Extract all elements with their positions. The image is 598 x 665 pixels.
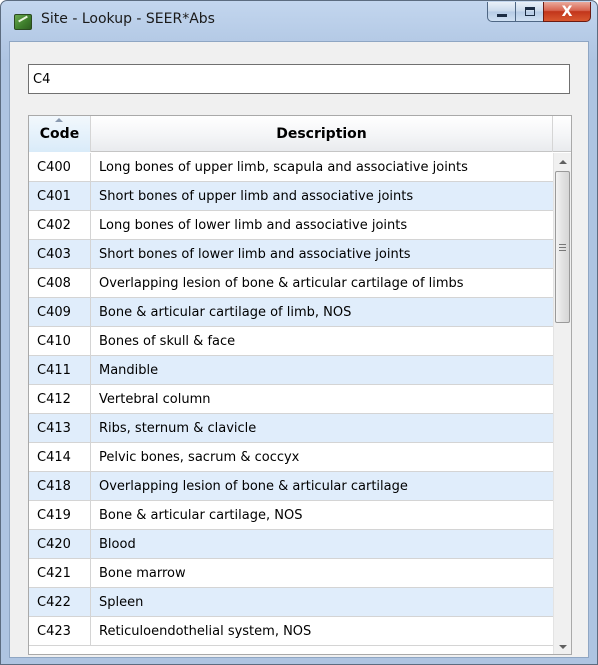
table-row[interactable]: C410 Bones of skull & face bbox=[29, 327, 553, 356]
cell-description: Long bones of upper limb, scapula and as… bbox=[99, 159, 468, 175]
table-row[interactable]: C402 Long bones of lower limb and associa… bbox=[29, 211, 553, 240]
scroll-down-button[interactable] bbox=[554, 638, 571, 654]
close-button[interactable]: X bbox=[543, 2, 591, 22]
cell-code: C414 bbox=[29, 443, 91, 471]
cell-description: Bone & articular cartilage of limb, NOS bbox=[99, 304, 352, 320]
cell-code: C418 bbox=[29, 472, 91, 500]
cell-code: C423 bbox=[29, 617, 91, 645]
scrollbar-thumb[interactable] bbox=[555, 171, 570, 323]
cell-description: Bone & articular cartilage, NOS bbox=[99, 507, 303, 523]
table-row[interactable]: C421 Bone marrow bbox=[29, 559, 553, 588]
cell-code: C402 bbox=[29, 211, 91, 239]
search-input[interactable] bbox=[28, 64, 570, 94]
column-header-description-label: Description bbox=[276, 126, 367, 142]
cell-description: Short bones of lower limb and associativ… bbox=[99, 246, 411, 262]
cell-description: Ribs, sternum & clavicle bbox=[99, 420, 257, 436]
cell-description: Reticuloendothelial system, NOS bbox=[99, 623, 312, 639]
cell-code: C420 bbox=[29, 530, 91, 558]
table-row[interactable]: C418 Overlapping lesion of bone & articul… bbox=[29, 472, 553, 501]
app-icon bbox=[14, 14, 32, 30]
cell-description: Vertebral column bbox=[99, 391, 211, 407]
minimize-icon bbox=[496, 14, 507, 17]
window-title: Site - Lookup - SEER*Abs bbox=[41, 11, 215, 27]
table-row[interactable]: C423 Reticuloendothelial system, NOS bbox=[29, 617, 553, 646]
cell-code: C419 bbox=[29, 501, 91, 529]
column-header-description[interactable]: Description bbox=[91, 116, 553, 152]
table-row[interactable]: C401 Short bones of upper limb and associ… bbox=[29, 182, 553, 211]
table-row[interactable]: C409 Bone & articular cartilage of limb, … bbox=[29, 298, 553, 327]
table-row[interactable]: C414 Pelvic bones, sacrum & coccyx bbox=[29, 443, 553, 472]
cell-description: Overlapping lesion of bone & articular c… bbox=[99, 275, 464, 291]
grip-line-icon bbox=[559, 246, 566, 248]
scroll-up-button[interactable] bbox=[554, 153, 571, 170]
cell-code: C400 bbox=[29, 153, 91, 181]
table-row[interactable]: C419 Bone & articular cartilage, NOS bbox=[29, 501, 553, 530]
maximize-button[interactable] bbox=[515, 2, 543, 22]
cell-description: Bones of skull & face bbox=[99, 333, 236, 349]
cell-code: C413 bbox=[29, 414, 91, 442]
cell-description: Overlapping lesion of bone & articular c… bbox=[99, 478, 408, 494]
minimize-button[interactable] bbox=[487, 2, 515, 22]
scroll-down-icon bbox=[558, 644, 567, 649]
table-row[interactable]: C408 Overlapping lesion of bone & articul… bbox=[29, 269, 553, 298]
sort-ascending-icon bbox=[55, 118, 63, 122]
grid-rows: C400 Long bones of upper limb, scapula an… bbox=[29, 153, 553, 646]
table-row[interactable]: C403 Short bones of lower limb and associ… bbox=[29, 240, 553, 269]
vertical-scrollbar[interactable] bbox=[553, 153, 571, 654]
cell-code: C408 bbox=[29, 269, 91, 297]
cell-code: C409 bbox=[29, 298, 91, 326]
cell-description: Blood bbox=[99, 536, 136, 552]
window-client-area: Code Description C400 Long bones of upper… bbox=[9, 41, 589, 658]
column-header-code[interactable]: Code bbox=[29, 116, 91, 152]
scroll-up-icon bbox=[558, 159, 567, 164]
cell-description: Short bones of upper limb and associativ… bbox=[99, 188, 414, 204]
table-row[interactable]: C411 Mandible bbox=[29, 356, 553, 385]
maximize-icon bbox=[524, 7, 535, 16]
close-icon: X bbox=[561, 3, 573, 20]
cell-code: C422 bbox=[29, 588, 91, 616]
cell-description: Spleen bbox=[99, 594, 144, 610]
cell-description: Long bones of lower limb and associative… bbox=[99, 217, 408, 233]
lookup-window: Site - Lookup - SEER*Abs X Code Descript… bbox=[0, 0, 598, 665]
title-bar[interactable]: Site - Lookup - SEER*Abs X bbox=[1, 1, 597, 41]
cell-description: Pelvic bones, sacrum & coccyx bbox=[99, 449, 300, 465]
grip-line-icon bbox=[559, 243, 566, 245]
cell-code: C421 bbox=[29, 559, 91, 587]
cell-code: C411 bbox=[29, 356, 91, 384]
cell-code: C403 bbox=[29, 240, 91, 268]
table-row[interactable]: C422 Spleen bbox=[29, 588, 553, 617]
cell-description: Bone marrow bbox=[99, 565, 186, 581]
grip-line-icon bbox=[559, 249, 566, 251]
table-row[interactable]: C413 Ribs, sternum & clavicle bbox=[29, 414, 553, 443]
table-row[interactable]: C412 Vertebral column bbox=[29, 385, 553, 414]
grid-header: Code Description bbox=[29, 116, 571, 152]
cell-code: C412 bbox=[29, 385, 91, 413]
table-row[interactable]: C420 Blood bbox=[29, 530, 553, 559]
cell-code: C401 bbox=[29, 182, 91, 210]
window-controls: X bbox=[487, 2, 591, 24]
site-lookup-grid: Code Description C400 Long bones of upper… bbox=[28, 115, 572, 655]
cell-description: Mandible bbox=[99, 362, 159, 378]
cell-code: C410 bbox=[29, 327, 91, 355]
column-header-code-label: Code bbox=[39, 126, 80, 142]
table-row[interactable]: C400 Long bones of upper limb, scapula an… bbox=[29, 153, 553, 182]
